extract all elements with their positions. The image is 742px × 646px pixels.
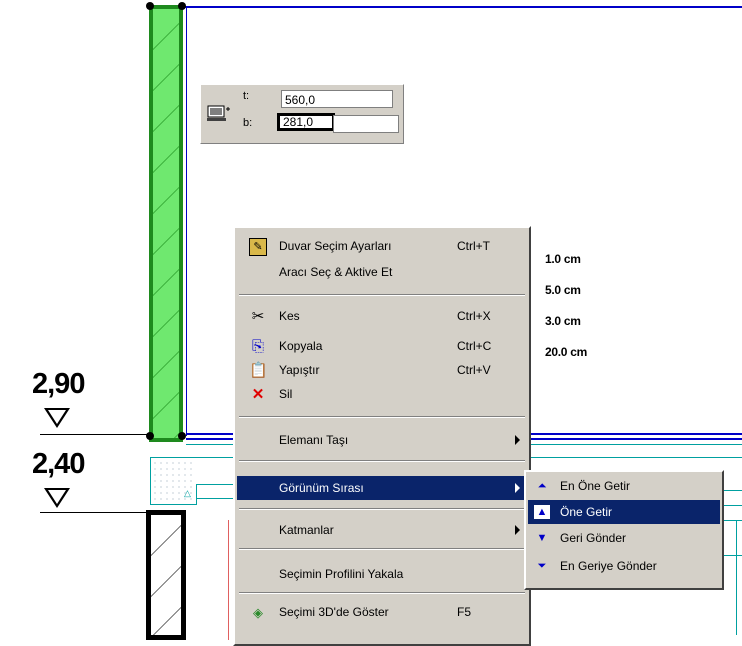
menu-item-move-element[interactable]: Elemanı Taşı [237,428,527,452]
submenu-item-send-backward[interactable]: ▼ Geri Gönder [528,526,720,550]
plan-line-cyan-4 [196,484,197,505]
level-triangle-inner [48,410,66,424]
coord-b-label: b: [243,117,253,129]
menu-item-display-order[interactable]: Görünüm Sırası [237,476,527,500]
level-triangle-inner [48,490,66,504]
context-menu: ✎ Duvar Seçim Ayarları Ctrl+T Aracı Seç … [233,226,531,646]
menu-item-shortcut: Ctrl+T [457,239,490,253]
menu-item-show-3d[interactable]: ◈ Seçimi 3D'de Göster F5 [237,600,527,624]
display-order-submenu: ⏶ En Öne Getir ▲ Öne Getir ▼ Geri Gönder… [524,470,724,590]
wall-lower[interactable] [146,510,186,640]
wall-settings-icon: ✎ [249,238,267,256]
wall-node[interactable] [146,2,154,10]
menu-item-label: Yapıştır [279,363,320,377]
menu-item-shortcut: F5 [457,605,472,619]
menu-item-paste[interactable]: 📋 Yapıştır Ctrl+V [237,358,527,382]
menu-item-copy[interactable]: ⎘ Kopyala Ctrl+C [237,334,527,358]
plan-line-cyan-6 [196,498,236,499]
menu-item-cut[interactable]: ✂ Kes Ctrl+X [237,304,527,328]
plan-line-vertical [186,6,187,436]
level-value: 2,40 [32,448,85,480]
wall-node[interactable] [178,2,186,10]
plan-line-cyan-5 [196,484,236,485]
coord-b-input[interactable]: 281,0 [277,113,335,131]
monitor-icon[interactable] [207,105,230,121]
width-label: 3.0 cm [545,314,581,328]
menu-item-label: Elemanı Taşı [279,433,349,447]
coord-t-input[interactable]: 560,0 [281,90,393,108]
coord-b-input-rest[interactable] [333,115,399,133]
menu-item-label: Görünüm Sırası [279,481,364,495]
plan-line-right-1 [724,490,742,491]
menu-item-layers[interactable]: Katmanlar [237,518,527,542]
copy-icon: ⎘ [251,338,264,355]
menu-item-label: Kes [279,309,300,323]
level-line [40,512,148,513]
submenu-item-send-to-back[interactable]: ⏷ En Geriye Gönder [528,554,720,578]
menu-item-label: Sil [279,387,293,401]
width-label: 5.0 cm [545,283,581,297]
plan-triangle-marker: △ [184,488,191,498]
menu-item-label: Seçimi 3D'de Göster [279,605,389,619]
plan-line-right-4 [724,555,742,556]
menu-item-delete[interactable]: ✕ Sil [237,382,527,406]
submenu-arrow-icon [515,435,520,445]
menu-item-label: Kopyala [279,339,323,353]
menu-separator [239,548,525,550]
menu-item-select-tool[interactable]: Aracı Seç & Aktive Et [237,260,527,284]
submenu-item-bring-forward[interactable]: ▲ Öne Getir [528,500,720,524]
submenu-item-label: En Geriye Gönder [560,559,657,573]
selected-wall[interactable] [149,5,183,442]
wall-node[interactable] [178,432,186,440]
paste-icon: 📋 [249,362,268,379]
plan-line-top [184,6,742,8]
coordinate-palette: t: 560,0 b: 281,0 [200,84,404,144]
plan-line-cyan-2 [150,457,151,505]
menu-separator [239,592,525,594]
width-label: 20.0 cm [545,345,587,359]
scissors-icon: ✂ [251,308,265,325]
menu-item-shortcut: Ctrl+C [457,339,492,353]
menu-separator [239,460,525,462]
submenu-arrow-icon [515,483,520,493]
submenu-item-bring-to-front[interactable]: ⏶ En Öne Getir [528,474,720,498]
menu-item-capture-profile[interactable]: Seçimin Profilini Yakala [237,562,527,586]
menu-separator [239,294,525,296]
send-to-back-icon: ⏷ [537,560,547,572]
plan-line-right-2 [724,505,742,506]
menu-item-shortcut: Ctrl+X [457,309,491,323]
menu-item-label: Seçimin Profilini Yakala [279,567,404,581]
menu-item-shortcut: Ctrl+V [457,363,491,377]
bring-forward-icon: ▲ [534,505,550,519]
width-label: 1.0 cm [545,252,581,266]
level-line [40,434,148,435]
coord-t-label: t: [243,90,250,102]
plan-line-right-3 [724,520,742,521]
menu-item-label: Aracı Seç & Aktive Et [279,265,393,279]
bring-to-front-icon: ⏶ [537,480,547,492]
submenu-item-label: En Öne Getir [560,479,631,493]
delete-icon: ✕ [251,386,265,403]
menu-item-label: Duvar Seçim Ayarları [279,239,392,253]
level-value: 2,90 [32,368,85,400]
submenu-arrow-icon [515,525,520,535]
submenu-item-label: Geri Gönder [560,531,627,545]
menu-item-wall-settings[interactable]: ✎ Duvar Seçim Ayarları Ctrl+T [237,234,527,258]
plan-line-red [228,520,229,640]
show-3d-icon: ◈ [253,605,263,620]
plan-line-cyan-3 [150,504,196,505]
menu-separator [239,508,525,510]
plan-line-right-5 [736,520,737,635]
send-backward-icon: ▼ [536,532,548,544]
menu-separator [239,416,525,418]
menu-item-label: Katmanlar [279,523,334,537]
submenu-item-label: Öne Getir [560,505,613,519]
